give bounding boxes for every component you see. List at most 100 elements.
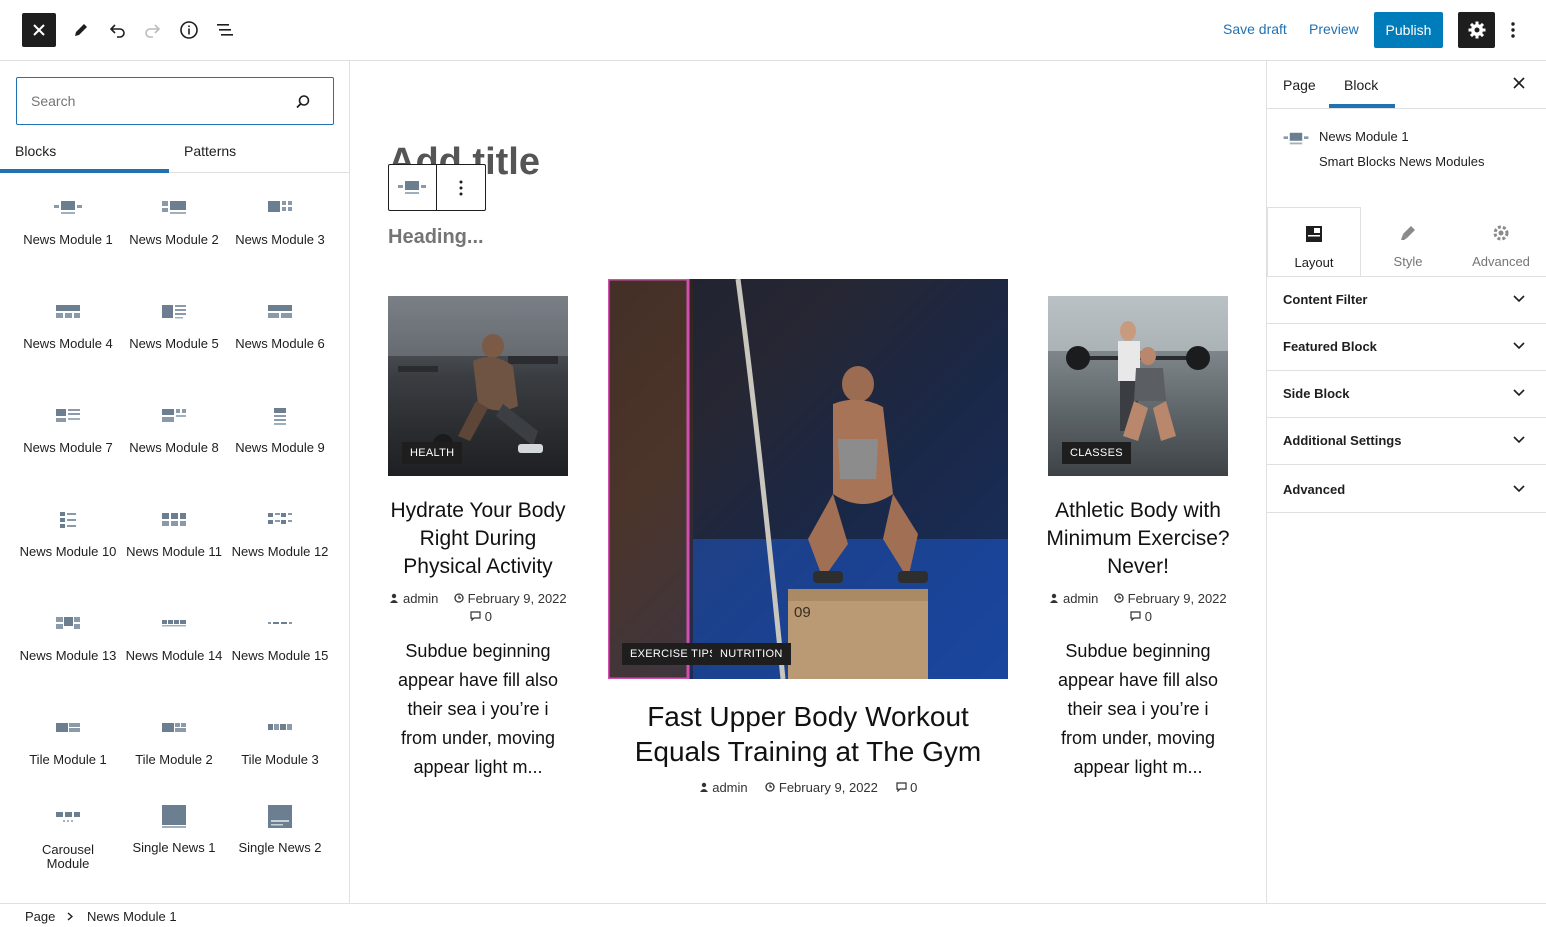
post-comments[interactable]: 0 (910, 780, 917, 795)
undo-button[interactable] (99, 12, 135, 48)
news-module-icon (274, 408, 286, 425)
post-image[interactable]: CLASSES (1048, 296, 1228, 476)
close-inserter-button[interactable] (22, 13, 56, 47)
redo-icon (145, 24, 161, 38)
block-item-news-module-10[interactable]: News Module 10 (15, 511, 121, 559)
post-comments[interactable]: 0 (485, 609, 492, 624)
layout-icon (1306, 226, 1322, 242)
chevron-down-icon (1513, 485, 1525, 493)
block-item-news-module-4[interactable]: News Module 4 (15, 303, 121, 351)
tile-module-icon (162, 723, 186, 732)
preview-button[interactable]: Preview (1309, 21, 1359, 37)
block-item-news-module-11[interactable]: News Module 11 (121, 511, 227, 559)
post-title[interactable]: Athletic Body with Minimum Exercise? Nev… (1044, 497, 1232, 581)
chevron-down-icon (1513, 389, 1525, 397)
block-item-news-module-9[interactable]: News Module 9 (227, 407, 333, 455)
list-view-button[interactable] (207, 12, 243, 48)
block-item-news-module-5[interactable]: News Module 5 (121, 303, 227, 351)
block-item-single-news-1[interactable]: Single News 1 (121, 803, 227, 855)
settings-button[interactable] (1458, 12, 1495, 48)
clock-icon (1114, 593, 1124, 603)
editor-canvas: Add title Heading... HEALTH Hydrate Your… (350, 61, 1266, 903)
pencil-icon (75, 24, 87, 36)
panel-featured-block[interactable]: Featured Block (1267, 324, 1546, 371)
post-meta: admin February 9, 2022 0 (388, 590, 568, 626)
post-comments[interactable]: 0 (1145, 609, 1152, 624)
gear-icon (1468, 21, 1485, 39)
options-button[interactable] (1496, 12, 1530, 48)
news-module-icon (1283, 132, 1309, 145)
post-image[interactable]: HEALTH (388, 296, 568, 476)
more-vertical-icon (459, 180, 463, 196)
post-author[interactable]: admin (1063, 591, 1098, 606)
post-title[interactable]: Hydrate Your Body Right During Physical … (384, 497, 572, 581)
block-card-description: Smart Blocks News Modules (1319, 154, 1485, 169)
block-item-news-module-1[interactable]: News Module 1 (15, 199, 121, 247)
news-module-icon (56, 409, 80, 422)
chevron-down-icon (1513, 436, 1525, 444)
post-date[interactable]: February 9, 2022 (779, 780, 878, 795)
block-item-news-module-6[interactable]: News Module 6 (227, 303, 333, 351)
tab-advanced[interactable]: Advanced (1455, 207, 1546, 276)
redo-button[interactable] (135, 12, 171, 48)
block-inserter: Blocks Patterns News Module 1 News Modul… (0, 61, 350, 903)
block-item-tile-module-2[interactable]: Tile Module 2 (121, 719, 227, 767)
advanced-gear-icon (1493, 225, 1509, 241)
news-module-icon (162, 305, 186, 319)
block-item-single-news-2[interactable]: Single News 2 (227, 803, 333, 855)
publish-button[interactable]: Publish (1374, 12, 1443, 48)
category-badge[interactable]: NUTRITION (712, 643, 791, 665)
block-item-tile-module-3[interactable]: Tile Module 3 (227, 719, 333, 767)
panel-additional-settings[interactable]: Additional Settings (1267, 418, 1546, 465)
tab-block[interactable]: Block (1344, 77, 1378, 93)
block-item-tile-module-1[interactable]: Tile Module 1 (15, 719, 121, 767)
block-item-news-module-8[interactable]: News Module 8 (121, 407, 227, 455)
details-button[interactable] (171, 12, 207, 48)
post-author[interactable]: admin (403, 591, 438, 606)
category-badge[interactable]: EXERCISE TIPS (622, 643, 725, 665)
breadcrumb-item-block[interactable]: News Module 1 (87, 909, 177, 924)
news-module-icon (268, 201, 292, 212)
post-author[interactable]: admin (712, 780, 747, 795)
tab-blocks[interactable]: Blocks (15, 143, 56, 159)
block-item-news-module-14[interactable]: News Module 14 (121, 615, 227, 663)
tab-style[interactable]: Style (1361, 207, 1455, 276)
block-type-button[interactable] (394, 170, 430, 206)
post-excerpt: Subdue beginning appear have fill also t… (1057, 641, 1219, 777)
panel-content-filter[interactable]: Content Filter (1267, 277, 1546, 324)
panel-side-block[interactable]: Side Block (1267, 371, 1546, 418)
news-module-icon (268, 305, 292, 318)
news-module-icon (398, 181, 426, 194)
block-item-news-module-13[interactable]: News Module 13 (15, 615, 121, 663)
tools-button[interactable] (63, 12, 99, 48)
block-item-news-module-12[interactable]: News Module 12 (227, 511, 333, 559)
featured-post-title[interactable]: Fast Upper Body Workout Equals Training … (608, 699, 1008, 769)
gym-photo: 09 (608, 279, 1008, 679)
post-date[interactable]: February 9, 2022 (1128, 591, 1227, 606)
post-meta: admin February 9, 2022 0 (608, 779, 1008, 797)
heading-placeholder[interactable]: Heading... (388, 226, 484, 249)
block-item-news-module-2[interactable]: News Module 2 (121, 199, 227, 247)
panel-advanced[interactable]: Advanced (1267, 465, 1546, 513)
featured-post-image[interactable]: 09 EXERCISE TIPS NUTRITION (608, 279, 1008, 679)
comment-icon (1130, 611, 1141, 622)
editor-header: Save draft Preview Publish (0, 0, 1546, 61)
tab-page[interactable]: Page (1283, 77, 1316, 93)
tab-patterns[interactable]: Patterns (184, 143, 236, 159)
tile-module-icon (56, 723, 80, 732)
clock-icon (454, 593, 464, 603)
search-icon (296, 95, 310, 109)
save-draft-button[interactable]: Save draft (1223, 21, 1287, 37)
category-badge[interactable]: HEALTH (402, 442, 463, 464)
search-input[interactable] (31, 90, 281, 112)
block-item-news-module-15[interactable]: News Module 15 (227, 615, 333, 663)
tab-layout[interactable]: Layout (1267, 207, 1361, 276)
block-item-carousel-module[interactable]: Carousel Module (15, 809, 121, 871)
block-options-button[interactable] (443, 170, 479, 206)
category-badge[interactable]: CLASSES (1062, 442, 1131, 464)
block-item-news-module-7[interactable]: News Module 7 (15, 407, 121, 455)
breadcrumb-item-page[interactable]: Page (25, 909, 55, 924)
close-sidebar-button[interactable] (1503, 67, 1535, 99)
block-item-news-module-3[interactable]: News Module 3 (227, 199, 333, 247)
post-date[interactable]: February 9, 2022 (468, 591, 567, 606)
